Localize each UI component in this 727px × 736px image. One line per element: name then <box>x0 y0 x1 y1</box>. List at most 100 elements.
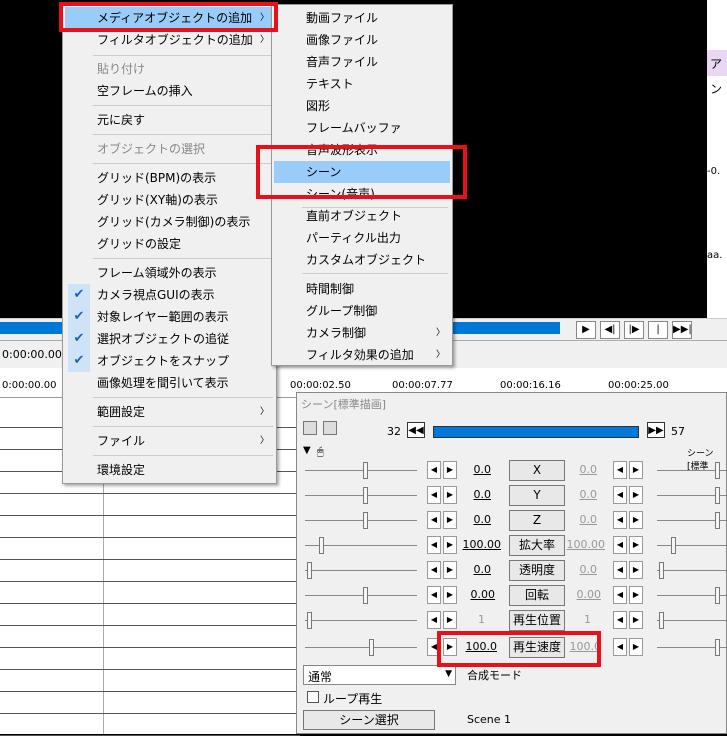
value-left[interactable]: 0.0 <box>451 463 492 476</box>
decrement-icon[interactable]: ◀ <box>613 561 627 579</box>
menu-item-paste[interactable]: 貼り付け <box>65 58 274 80</box>
value-left[interactable]: 0.0 <box>451 563 492 576</box>
slider-thumb[interactable] <box>363 462 368 479</box>
submenu-item-group-control[interactable]: グループ制御 <box>274 300 450 322</box>
decrement-icon[interactable]: ◀ <box>613 511 627 529</box>
value-right[interactable]: 0.0 <box>557 463 598 476</box>
slider-thumb[interactable] <box>671 537 676 554</box>
slider-thumb[interactable] <box>363 587 368 604</box>
slider-thumb[interactable] <box>715 512 720 529</box>
increment-icon[interactable]: ▶ <box>629 461 643 479</box>
slider-thumb[interactable] <box>715 639 720 656</box>
menu-item-layer-range[interactable]: ✔ 対象レイヤー範囲の表示 <box>65 306 274 328</box>
rewind-icon[interactable]: ◀◀ <box>407 422 425 438</box>
submenu-item-video-file[interactable]: 動画ファイル <box>274 7 450 29</box>
submenu-item-framebuffer[interactable]: フレームバッファ <box>274 117 450 139</box>
menu-item-add-filter-object[interactable]: フィルタオブジェクトの追加〉 <box>65 29 274 51</box>
slider-thumb[interactable] <box>307 562 312 579</box>
decrement-icon[interactable]: ◀ <box>427 511 441 529</box>
menu-item-grid-camera[interactable]: グリッド(カメラ制御)の表示 <box>65 211 274 233</box>
decrement-icon[interactable]: ◀ <box>427 561 441 579</box>
increment-icon[interactable]: ▶ <box>629 611 643 629</box>
go-start-button[interactable]: |◀◀ <box>648 321 668 351</box>
slider-thumb[interactable] <box>715 587 720 604</box>
slider-thumb[interactable] <box>659 562 664 579</box>
menu-item-preferences[interactable]: 環境設定 <box>65 459 274 481</box>
submenu-item-scene-audio[interactable]: シーン(音声) <box>274 183 450 205</box>
value-left[interactable]: 100.00 <box>461 538 502 551</box>
value-left[interactable]: 0.00 <box>455 588 496 601</box>
submenu-item-waveform[interactable]: 音声波形表示 <box>274 139 450 161</box>
submenu-item-time-control[interactable]: 時間制御 <box>274 278 450 300</box>
play-button[interactable]: ▶ <box>576 321 596 339</box>
submenu-item-text[interactable]: テキスト <box>274 73 450 95</box>
menu-item-camera-gui[interactable]: ✔ カメラ視点GUIの表示 <box>65 284 274 306</box>
menu-item-follow-selection[interactable]: ✔ 選択オブジェクトの追従 <box>65 328 274 350</box>
slider-thumb[interactable] <box>715 487 720 504</box>
value-right[interactable]: 100.0 <box>561 640 602 653</box>
slider-thumb[interactable] <box>307 612 312 629</box>
decrement-icon[interactable]: ◀ <box>427 611 441 629</box>
menu-item-insert-empty-frame[interactable]: 空フレームの挿入 <box>65 80 274 102</box>
submenu-item-camera-control[interactable]: カメラ制御 〉 <box>274 322 450 344</box>
value-left[interactable]: 0.0 <box>451 488 492 501</box>
decrement-icon[interactable]: ◀ <box>613 638 627 656</box>
scene-select-button[interactable]: シーン選択 <box>303 710 435 730</box>
image-icon[interactable] <box>323 421 337 435</box>
menu-item-range-settings[interactable]: 範囲設定 〉 <box>65 401 274 423</box>
decrement-icon[interactable]: ◀ <box>427 486 441 504</box>
submenu-item-custom-object[interactable]: カスタムオブジェクト <box>274 249 450 271</box>
value-right[interactable]: 0.00 <box>561 588 602 601</box>
layer-row[interactable] <box>0 560 300 582</box>
slider-thumb[interactable] <box>715 462 720 479</box>
param-button[interactable]: 再生速度 <box>509 637 565 658</box>
menu-item-thin-rendering[interactable]: 画像処理を間引いて表示 <box>65 372 274 394</box>
submenu-item-audio-file[interactable]: 音声ファイル <box>274 51 450 73</box>
blend-mode-select[interactable]: 通常 ▼ <box>303 665 456 685</box>
param-button[interactable]: 拡大率 <box>509 535 565 556</box>
menu-item-file[interactable]: ファイル 〉 <box>65 430 274 452</box>
submenu-item-image-file[interactable]: 画像ファイル <box>274 29 450 51</box>
increment-icon[interactable]: ▶ <box>629 486 643 504</box>
submenu-item-add-filter-effect[interactable]: フィルタ効果の追加 〉 <box>274 344 450 366</box>
submenu-item-previous-object[interactable]: 直前オブジェクト <box>274 205 450 227</box>
slider-thumb[interactable] <box>363 512 368 529</box>
value-right[interactable]: 0.0 <box>557 513 598 526</box>
camera-icon[interactable] <box>303 421 317 435</box>
decrement-icon[interactable]: ◀ <box>613 586 627 604</box>
increment-icon[interactable]: ▶ <box>629 638 643 656</box>
prev-frame-button[interactable]: ◀| <box>600 321 620 339</box>
menu-item-snap-object[interactable]: ✔ オブジェクトをスナップ <box>65 350 274 372</box>
value-right[interactable]: 0.0 <box>557 488 598 501</box>
decrement-icon[interactable]: ◀ <box>613 486 627 504</box>
layer-row[interactable] <box>0 648 300 670</box>
increment-icon[interactable]: ▶ <box>629 586 643 604</box>
slider-thumb[interactable] <box>363 487 368 504</box>
next-frame-button[interactable]: |▶ <box>624 321 644 339</box>
decrement-icon[interactable]: ◀ <box>427 638 441 656</box>
increment-icon[interactable]: ▶ <box>443 638 457 656</box>
menu-item-undo[interactable]: 元に戻す <box>65 109 274 131</box>
submenu-item-scene[interactable]: シーン <box>274 161 450 183</box>
layer-row[interactable] <box>0 538 300 560</box>
layer-row[interactable] <box>0 714 300 736</box>
decrement-icon[interactable]: ◀ <box>427 586 441 604</box>
decrement-icon[interactable]: ◀ <box>613 536 627 554</box>
layer-row[interactable] <box>0 582 300 604</box>
layer-row[interactable] <box>0 626 300 648</box>
value-right[interactable]: 100.00 <box>565 538 606 551</box>
value-left[interactable]: 1 <box>445 613 485 626</box>
value-left[interactable]: 100.0 <box>457 640 498 653</box>
menu-item-grid-xy[interactable]: グリッド(XY軸)の表示 <box>65 189 274 211</box>
layer-row[interactable] <box>0 516 300 538</box>
layer-row[interactable] <box>0 692 300 714</box>
frame-range-bar[interactable] <box>433 426 639 438</box>
menu-item-grid-settings[interactable]: グリッドの設定 <box>65 233 274 255</box>
layer-row[interactable] <box>0 670 300 692</box>
slider-thumb[interactable] <box>319 537 324 554</box>
value-right[interactable]: 0.0 <box>557 563 598 576</box>
increment-icon[interactable]: ▶ <box>629 561 643 579</box>
decrement-icon[interactable]: ◀ <box>613 461 627 479</box>
menu-item-select-object[interactable]: オブジェクトの選択 <box>65 138 274 160</box>
value-left[interactable]: 0.0 <box>451 513 492 526</box>
